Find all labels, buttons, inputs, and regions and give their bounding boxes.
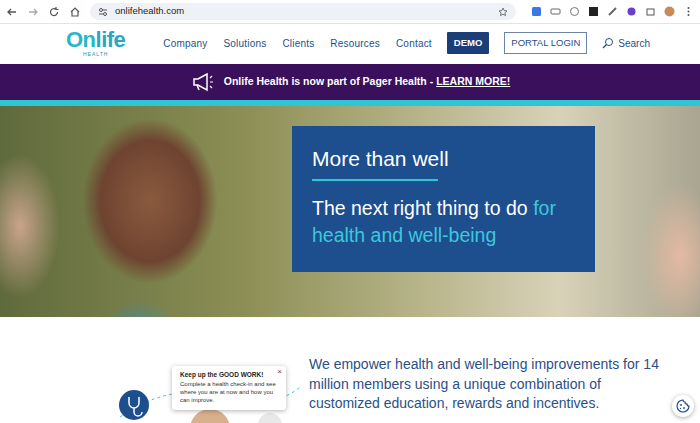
extension-icon[interactable] [607,6,618,17]
cookie-icon[interactable] [676,399,690,413]
nav-link[interactable]: Contact [396,36,432,51]
hero-title: More than well [312,146,577,171]
translate-icon[interactable] [531,6,542,17]
nav-link[interactable]: Solutions [223,36,266,51]
logo-text[interactable]: On [66,27,96,52]
intro-text: We empower health and well-being improve… [309,317,659,423]
logo-subtitle[interactable]: HEALTH [83,52,108,57]
cookie-settings-button[interactable] [672,395,694,417]
nav-link[interactable]: Resources [330,36,380,51]
nav-link[interactable]: Clients [282,36,314,51]
megaphone-icon [190,71,214,93]
nav-link[interactable]: Company [163,36,207,51]
url-text[interactable]: onlifehealth.com [115,4,491,18]
logo-text[interactable]: life [96,27,126,52]
hero-divider [312,179,438,181]
browser-toolbar: onlifehealth.com [0,0,700,24]
portal-login-button[interactable]: PORTAL LOGIN [504,32,587,54]
search-button[interactable]: Search [602,36,650,51]
banner-text: Onlife Health is now part of Pager Healt… [224,75,433,87]
tooltip: × Keep up the GOOD WORK! Complete a heal… [172,366,286,410]
tooltip-close-button[interactable]: × [277,368,282,376]
back-icon[interactable] [6,6,18,18]
profile-icon[interactable] [664,6,675,17]
reload-icon[interactable] [48,6,60,18]
main-nav: CompanySolutionsClientsResourcesContact … [163,32,650,54]
nav-links: Company Solutions Clients Resources Contact [163,36,432,51]
announcement-banner: Onlife Health is now part of Pager Healt… [0,64,700,100]
forward-icon[interactable] [27,6,39,18]
extension-icon[interactable] [588,6,599,17]
logo[interactable]: Onlife HEALTH [66,29,125,57]
site-header: Onlife HEALTH Company Solutions Clients Res… [0,24,700,62]
hero-tagline: The next right thing to do [312,197,528,219]
intro-section: × Keep up the GOOD WORK! Complete a heal… [0,317,700,423]
bookmark-star-icon[interactable] [498,7,508,17]
extensions-bar [531,6,694,17]
puzzle-icon[interactable] [645,6,656,17]
demo-button[interactable]: DEMO [447,32,490,54]
hero-photo: More than well The next right thing to d… [0,106,700,317]
home-icon[interactable] [69,6,81,18]
learn-more-link[interactable]: LEARN MORE! [436,75,510,87]
tooltip-body: Complete a health check-in and see where… [180,381,277,404]
extension-icon[interactable] [626,6,637,17]
tooltip-title: Keep up the GOOD WORK! [180,371,277,379]
illustration: × Keep up the GOOD WORK! Complete a heal… [0,317,309,423]
extension-icon[interactable] [550,6,561,17]
site-info-icon[interactable] [98,7,108,17]
address-bar[interactable]: onlifehealth.com [90,3,516,20]
menu-icon[interactable] [683,6,694,17]
search-label[interactable]: Search [618,36,650,51]
extension-icon[interactable] [569,6,580,17]
search-icon[interactable] [602,37,614,49]
hero-card: More than well The next right thing to d… [292,126,595,272]
